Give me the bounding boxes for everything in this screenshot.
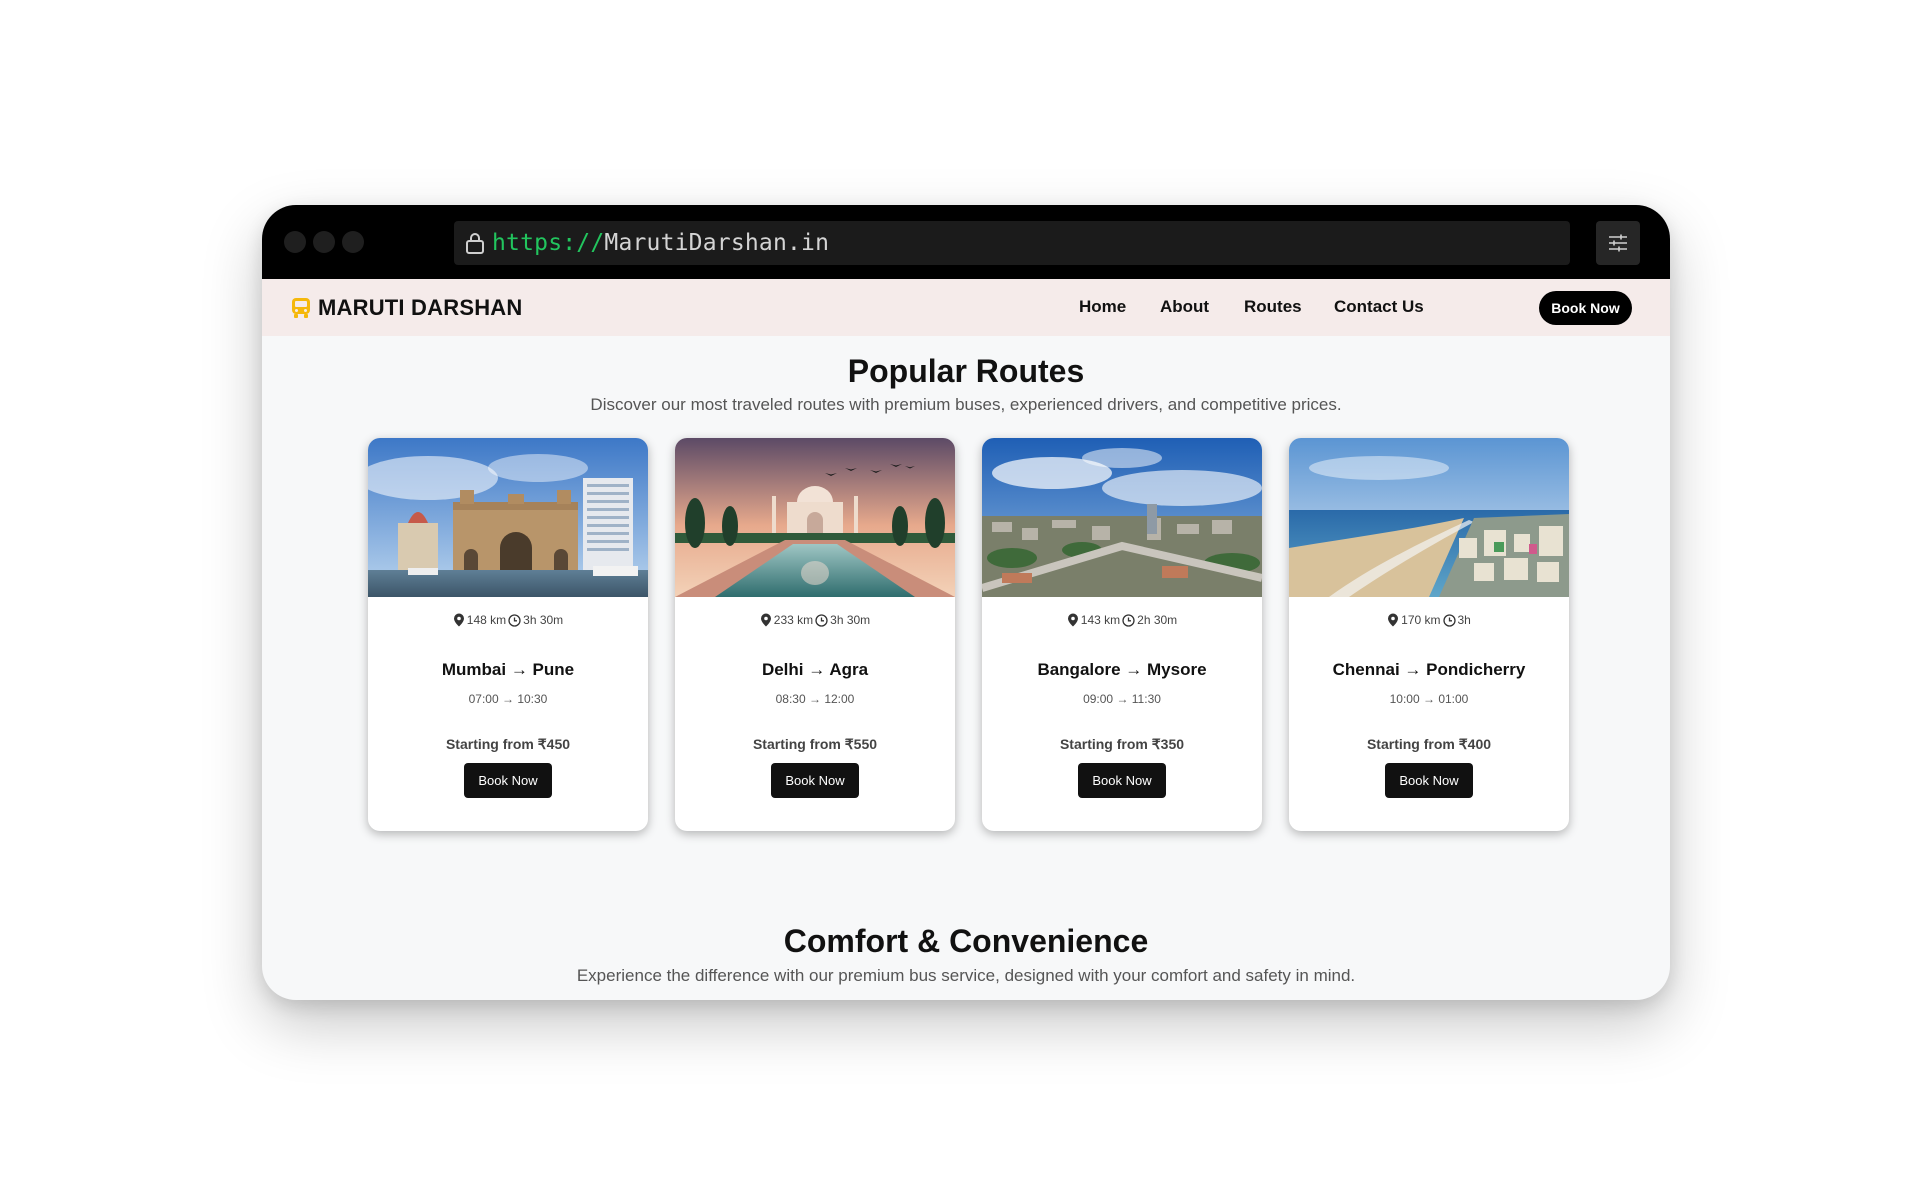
book-now-button[interactable]: Book Now bbox=[1385, 763, 1473, 798]
bus-icon bbox=[292, 297, 310, 318]
book-now-button[interactable]: Book Now bbox=[464, 763, 552, 798]
route-times: 10:00 → 01:00 bbox=[1389, 692, 1469, 706]
clock-icon bbox=[1122, 613, 1135, 627]
clock-icon bbox=[508, 613, 521, 627]
nav-routes-link[interactable]: Routes bbox=[1244, 297, 1302, 317]
route-name: Delhi → Agra bbox=[761, 660, 869, 679]
route-card[interactable]: 170 km 3h Chennai → Pondicherry 10:00 → … bbox=[1289, 438, 1569, 831]
url-host: MarutiDarshan.in bbox=[604, 230, 830, 256]
route-times: 08:30 → 12:00 bbox=[775, 692, 855, 706]
route-name: Mumbai → Pune bbox=[441, 660, 575, 679]
sliders-icon bbox=[1609, 234, 1627, 252]
route-price: Starting from ₹450 bbox=[445, 736, 571, 752]
popular-routes-subtitle: Discover our most traveled routes with p… bbox=[590, 395, 1342, 414]
route-meta: 170 km 3h bbox=[1289, 613, 1569, 627]
book-now-button[interactable]: Book Now bbox=[771, 763, 859, 798]
map-pin-icon bbox=[453, 613, 464, 627]
url-scheme: https:// bbox=[492, 230, 605, 256]
route-duration: 3h 30m bbox=[523, 613, 564, 627]
brand-logo[interactable]: MARUTI DARSHAN bbox=[290, 279, 522, 336]
browser-window: https://MarutiDarshan.in MARUTI DARSHAN bbox=[262, 205, 1670, 1000]
route-times: 09:00 → 11:30 bbox=[1083, 692, 1161, 706]
route-name: Bangalore → Mysore bbox=[1037, 660, 1207, 679]
route-name: Chennai → Pondicherry bbox=[1332, 660, 1526, 679]
route-card[interactable]: 143 km 2h 30m Bangalore → Mysore 09:00 →… bbox=[982, 438, 1262, 831]
popular-routes-title: Popular Routes bbox=[847, 353, 1085, 389]
route-price: Starting from ₹400 bbox=[1366, 736, 1492, 752]
window-minimize-dot[interactable] bbox=[313, 231, 335, 253]
taj-mahal-photo bbox=[675, 438, 955, 597]
route-price: Starting from ₹550 bbox=[752, 736, 878, 752]
route-card[interactable]: 148 km 3h 30m Mumbai → Pune 07:00 → 10:3… bbox=[368, 438, 648, 831]
nav-about-link[interactable]: About bbox=[1160, 297, 1209, 317]
route-meta: 148 km 3h 30m bbox=[368, 613, 648, 627]
window-maximize-dot[interactable] bbox=[342, 231, 364, 253]
lock-icon bbox=[466, 233, 484, 254]
bangalore-city-photo bbox=[982, 438, 1262, 597]
site-navbar: MARUTI DARSHAN Home About Routes Contact… bbox=[262, 279, 1670, 336]
route-price: Starting from ₹350 bbox=[1059, 736, 1185, 752]
gateway-of-india-photo bbox=[368, 438, 648, 597]
window-close-dot[interactable] bbox=[284, 231, 306, 253]
map-pin-icon bbox=[1067, 613, 1078, 627]
clock-icon bbox=[1442, 613, 1456, 627]
route-card[interactable]: 233 km 3h 30m Delhi → Agra 08:30 → 12:00… bbox=[675, 438, 955, 831]
route-duration: 3h 30m bbox=[830, 613, 871, 627]
route-distance: 170 km bbox=[1401, 613, 1441, 627]
nav-contact-link[interactable]: Contact Us bbox=[1334, 297, 1424, 317]
address-bar[interactable]: https://MarutiDarshan.in bbox=[454, 221, 1570, 265]
route-distance: 233 km bbox=[773, 613, 814, 627]
comfort-subtitle: Experience the difference with our premi… bbox=[576, 966, 1356, 985]
settings-button[interactable] bbox=[1596, 221, 1640, 265]
map-pin-icon bbox=[1388, 613, 1399, 627]
route-times: 07:00 → 10:30 bbox=[468, 692, 548, 706]
nav-book-now-button[interactable]: Book Now bbox=[1539, 291, 1632, 325]
route-meta: 233 km 3h 30m bbox=[675, 613, 955, 627]
route-distance: 148 km bbox=[466, 613, 507, 627]
brand-name: MARUTI DARSHAN bbox=[318, 294, 523, 320]
comfort-title: Comfort & Convenience bbox=[783, 923, 1149, 959]
address-url: https://MarutiDarshan.in bbox=[492, 230, 829, 256]
route-duration: 3h bbox=[1457, 613, 1471, 627]
nav-home-link[interactable]: Home bbox=[1079, 297, 1126, 317]
route-duration: 2h 30m bbox=[1137, 613, 1178, 627]
book-now-button[interactable]: Book Now bbox=[1078, 763, 1166, 798]
chennai-beach-photo bbox=[1289, 438, 1569, 597]
route-distance: 143 km bbox=[1080, 613, 1121, 627]
route-meta: 143 km 2h 30m bbox=[982, 613, 1262, 627]
map-pin-icon bbox=[760, 613, 771, 627]
browser-toolbar: https://MarutiDarshan.in bbox=[262, 205, 1670, 279]
clock-icon bbox=[815, 613, 828, 627]
